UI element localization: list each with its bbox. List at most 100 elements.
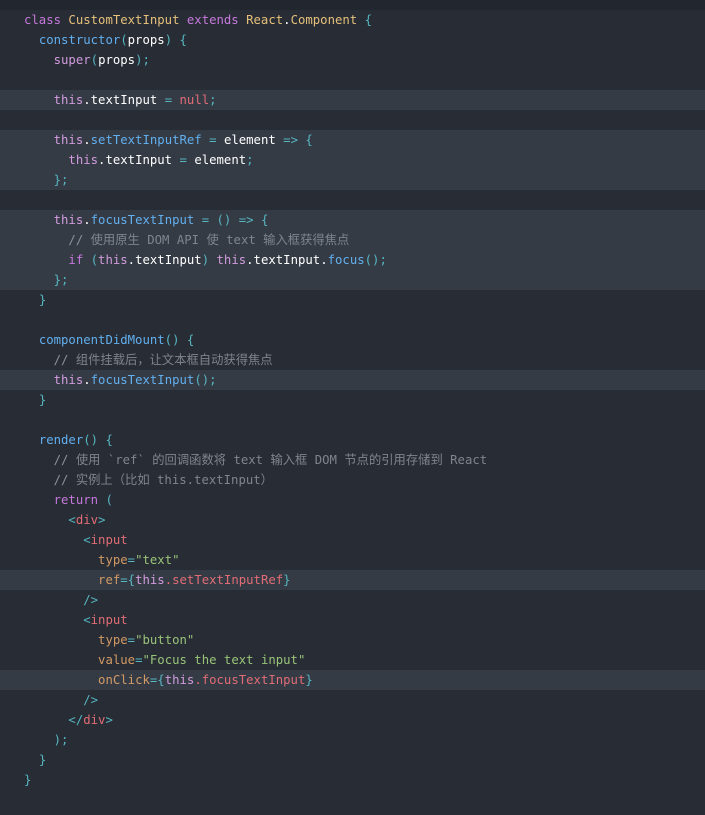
code-line[interactable]: </div>	[0, 710, 705, 730]
code-line[interactable]: />	[0, 690, 705, 710]
code-token: .textInput	[246, 253, 321, 267]
code-line[interactable]: // 使用 `ref` 的回调函数将 text 输入框 DOM 节点的引用存储到…	[0, 450, 705, 470]
code-token: .	[83, 373, 91, 387]
code-line[interactable]: <div>	[0, 510, 705, 530]
code-token: this	[53, 93, 84, 107]
code-line[interactable]: super(props);	[0, 50, 705, 70]
code-line[interactable]: // 组件挂载后，让文本框自动获得焦点	[0, 350, 705, 370]
code-line[interactable]: />	[0, 590, 705, 610]
code-token: 组件挂载后，让文本框自动获得焦点	[68, 353, 273, 367]
code-line[interactable]	[0, 310, 705, 330]
code-line[interactable]: );	[0, 730, 705, 750]
code-line[interactable]: constructor(props) {	[0, 30, 705, 50]
code-token: CustomTextInput	[68, 13, 180, 27]
code-block[interactable]: class CustomTextInput extends React.Comp…	[0, 10, 705, 790]
code-token: (	[120, 33, 128, 47]
code-token: props	[127, 33, 165, 47]
code-token: div	[83, 713, 106, 727]
code-token: ()	[164, 333, 180, 347]
code-line[interactable]: }	[0, 290, 705, 310]
code-token: "text"	[135, 553, 180, 567]
code-token: ref	[98, 573, 121, 587]
code-token: (	[90, 253, 99, 267]
code-token: .	[283, 13, 291, 27]
code-token: =>	[238, 213, 254, 227]
code-line[interactable]: class CustomTextInput extends React.Comp…	[0, 10, 705, 30]
code-token: >	[98, 513, 106, 527]
code-line[interactable]: value="Focus the text input"	[0, 650, 705, 670]
code-line[interactable]	[0, 110, 705, 130]
code-line[interactable]: render() {	[0, 430, 705, 450]
code-line[interactable]: onClick={this.focusTextInput}	[0, 670, 705, 690]
code-line[interactable]: };	[0, 270, 705, 290]
code-token: ()	[83, 433, 99, 447]
code-token: type	[98, 553, 128, 567]
code-line[interactable]: }	[0, 750, 705, 770]
code-token: />	[83, 593, 99, 607]
code-line[interactable]: <input	[0, 610, 705, 630]
code-line[interactable]: this.focusTextInput = () => {	[0, 210, 705, 230]
code-token: //	[53, 353, 69, 367]
code-token: 使用原生 DOM API 使 text 输入框获得焦点	[83, 233, 350, 247]
code-token: input	[90, 533, 128, 547]
code-token: ;	[209, 93, 217, 107]
code-line[interactable]: }	[0, 770, 705, 790]
code-line[interactable]	[0, 70, 705, 90]
code-line[interactable]	[0, 190, 705, 210]
code-token: .textInput	[98, 153, 173, 167]
code-line[interactable]: this.textInput = null;	[0, 90, 705, 110]
code-token: Component	[290, 13, 358, 27]
code-token: <	[83, 613, 91, 627]
code-token: "Focus the text input"	[142, 653, 306, 667]
code-token: =	[209, 133, 217, 147]
code-token: return	[53, 493, 99, 507]
code-line[interactable]: this.textInput = element;	[0, 150, 705, 170]
code-line[interactable]: type="button"	[0, 630, 705, 650]
code-line[interactable]: };	[0, 170, 705, 190]
editor-top-strip	[0, 0, 705, 10]
code-line[interactable]: // 使用原生 DOM API 使 text 输入框获得焦点	[0, 230, 705, 250]
code-line[interactable]: <input	[0, 530, 705, 550]
code-line[interactable]: ref={this.setTextInputRef}	[0, 570, 705, 590]
code-token: ()	[194, 373, 210, 387]
code-token: componentDidMount	[38, 333, 165, 347]
code-token: ;	[246, 153, 254, 167]
code-token: {	[305, 133, 313, 147]
code-line[interactable]: type="text"	[0, 550, 705, 570]
code-token: value	[98, 653, 136, 667]
code-token: element	[194, 153, 247, 167]
code-line[interactable]	[0, 410, 705, 430]
code-line[interactable]: this.focusTextInput();	[0, 370, 705, 390]
code-token: )	[164, 33, 173, 47]
code-line[interactable]: // 实例上（比如 this.textInput）	[0, 470, 705, 490]
code-line[interactable]: this.setTextInputRef = element => {	[0, 130, 705, 150]
code-token: />	[83, 693, 99, 707]
code-line[interactable]: return (	[0, 490, 705, 510]
code-line[interactable]: if (this.textInput) this.textInput.focus…	[0, 250, 705, 270]
code-token: =	[201, 213, 210, 227]
code-token: {	[260, 213, 269, 227]
code-line[interactable]: componentDidMount() {	[0, 330, 705, 350]
code-line[interactable]: }	[0, 390, 705, 410]
code-token: .	[83, 133, 91, 147]
code-token: };	[53, 273, 69, 287]
code-token: <	[68, 513, 76, 527]
code-token: onClick	[98, 673, 150, 687]
code-token: extends	[186, 13, 239, 27]
